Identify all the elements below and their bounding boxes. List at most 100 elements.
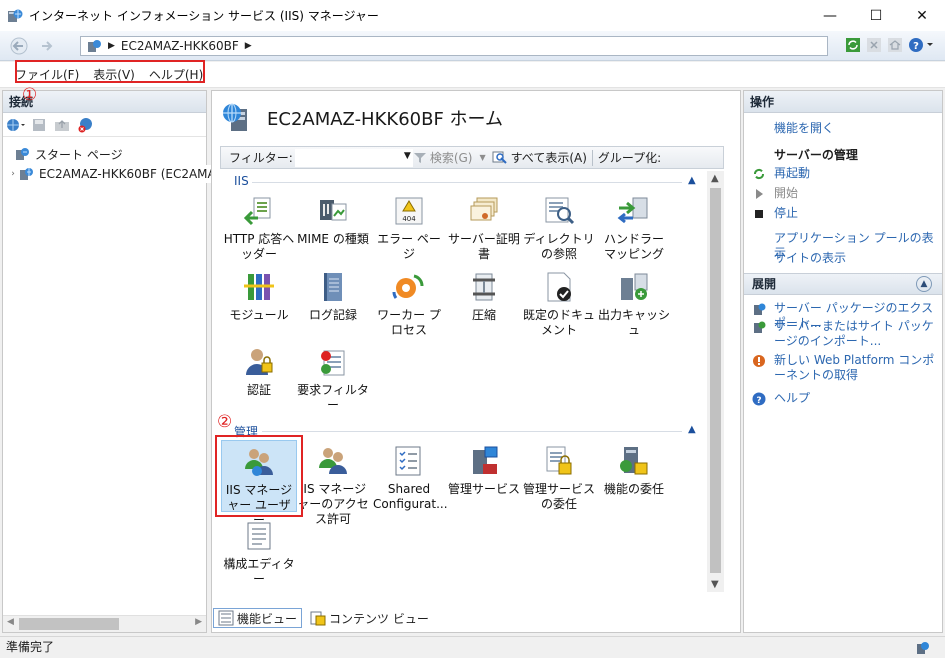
save-button[interactable] (29, 116, 49, 134)
tree-item-server[interactable]: › EC2AMAZ-HKK60BF (EC2AMAZ (7, 165, 224, 183)
minimize-button[interactable]: — (807, 0, 853, 31)
feature-label: 機能の委任 (603, 482, 664, 496)
expand-chevron-icon[interactable]: › (7, 169, 19, 179)
home-header: EC2AMAZ-HKK60BF ホーム (212, 91, 740, 145)
iis-app-icon (8, 9, 23, 22)
back-button[interactable] (6, 35, 32, 57)
request-filtering-icon (321, 350, 345, 376)
tab-content-view[interactable]: コンテンツ ビュー (306, 608, 433, 628)
feature-default-document[interactable]: 既定のドキュメント (523, 270, 595, 338)
action-start[interactable]: 開始 (744, 186, 940, 201)
up-level-button[interactable] (52, 116, 72, 134)
scroll-right-icon[interactable]: ▶ (195, 617, 202, 627)
feature-delegation-icon (620, 447, 648, 475)
feature-management-service-delegation[interactable]: 管理サービスの委任 (523, 444, 595, 512)
help-dropdown-button[interactable]: ? (907, 36, 937, 54)
forward-button[interactable] (34, 35, 60, 57)
feature-request-filtering[interactable]: 要求フィルター (297, 345, 369, 413)
scroll-up-icon[interactable]: ▲ (711, 173, 719, 184)
stop-button[interactable] (865, 36, 883, 54)
action-import-package[interactable]: サーバーまたはサイト パッケージのインポート... (744, 319, 940, 349)
home-button[interactable] (886, 36, 904, 54)
feature-label: HTTP 応答ヘッダー (223, 232, 295, 261)
feature-label: 管理サービスの委任 (523, 482, 596, 511)
group-iis: IIS (234, 174, 249, 188)
feature-shared-configuration[interactable]: Shared Configurat... (373, 444, 448, 512)
breadcrumb-server[interactable]: EC2AMAZ-HKK60BF (121, 39, 239, 53)
maximize-button[interactable]: ☐ (853, 0, 899, 31)
filter-bar: フィルター: ▼ 検索(G) ▼ すべて表示(A) グループ化: (220, 146, 724, 169)
help-icon: ? (909, 38, 933, 52)
feature-error-pages[interactable]: 404 エラー ページ (373, 194, 445, 262)
collapse-iis-icon[interactable]: ▲ (688, 175, 696, 186)
feature-output-caching[interactable]: 出力キャッシュ (598, 270, 670, 338)
delete-connection-button[interactable] (75, 116, 95, 134)
feature-mime-types[interactable]: MIME の種類 (297, 194, 369, 247)
logging-icon (324, 273, 342, 301)
breadcrumb-dropdown-icon[interactable]: ▶ (245, 41, 252, 51)
status-bar: 準備完了 (0, 636, 945, 658)
feature-delegation[interactable]: 機能の委任 (598, 444, 670, 497)
http-headers-icon (243, 197, 271, 226)
address-box[interactable]: ▶ EC2AMAZ-HKK60BF ▶ (80, 36, 828, 56)
export-package-icon (754, 303, 766, 315)
group-by-label[interactable]: グループ化: (598, 149, 661, 166)
home-icon (888, 38, 902, 52)
feature-label: 出力キャッシュ (598, 308, 671, 337)
collapse-up-icon[interactable]: ▲ (916, 276, 932, 292)
content-view-icon (310, 611, 326, 626)
feature-directory-browsing[interactable]: ディレクトリの参照 (523, 194, 595, 262)
feature-modules[interactable]: モジュール (223, 270, 295, 323)
mime-types-icon (320, 200, 347, 221)
action-open-feature[interactable]: 機能を開く (744, 121, 940, 136)
filter-input[interactable]: ▼ (294, 148, 413, 167)
funnel-icon (413, 152, 426, 163)
feature-compression[interactable]: 圧縮 (448, 270, 520, 323)
restart-icon (753, 168, 765, 180)
search-button[interactable]: 検索(G) ▼ (413, 149, 486, 166)
collapse-manage-icon[interactable]: ▲ (688, 424, 696, 435)
feature-server-certificates[interactable]: サーバー証明書 (448, 194, 520, 262)
feature-http-response-headers[interactable]: HTTP 応答ヘッダー (223, 194, 295, 262)
back-arrow-icon (10, 37, 28, 55)
filter-label: フィルター: (229, 151, 293, 165)
features-vscroll[interactable]: ▲ ▼ (707, 171, 724, 592)
close-button[interactable]: ✕ (899, 0, 945, 31)
feature-logging[interactable]: ログ記録 (297, 270, 369, 323)
shared-configuration-icon (395, 446, 421, 476)
dropdown-arrow-icon[interactable]: ▼ (404, 151, 411, 161)
scroll-down-icon[interactable]: ▼ (711, 579, 719, 590)
feature-worker-processes[interactable]: ワーカー プロセス (373, 270, 445, 338)
feature-label: MIME の種類 (297, 232, 369, 246)
action-sites[interactable]: サイトの表示 (744, 251, 940, 266)
feature-iis-manager-permissions[interactable]: IIS マネージャーのアクセス許可 (297, 444, 369, 527)
feature-label: IIS マネージャーのアクセス許可 (297, 482, 369, 526)
scroll-thumb[interactable] (710, 188, 721, 573)
feature-label: ハンドラー マッピング (603, 232, 664, 261)
service-delegation-icon (546, 446, 572, 475)
feature-label: 既定のドキュメント (523, 308, 596, 337)
action-help[interactable]: ? ヘルプ (744, 391, 940, 406)
deploy-section-header[interactable]: 展開 ▲ (744, 273, 942, 295)
refresh-button[interactable] (844, 36, 862, 54)
show-all-button[interactable]: すべて表示(A) (492, 149, 587, 166)
action-web-platform[interactable]: 新しい Web Platform コンポーネントの取得 (744, 353, 940, 383)
action-restart[interactable]: 再起動 (744, 166, 940, 181)
feature-management-service[interactable]: 管理サービス (448, 444, 520, 497)
svg-text:?: ? (913, 41, 919, 52)
search-dropdown-icon[interactable]: ▼ (479, 153, 485, 162)
action-stop[interactable]: 停止 (744, 206, 940, 221)
window-title: インターネット インフォメーション サービス (IIS) マネージャー (29, 9, 379, 23)
forward-arrow-icon (42, 41, 53, 51)
import-package-icon (754, 321, 766, 333)
save-icon (33, 118, 45, 131)
scroll-thumb[interactable] (19, 618, 119, 630)
tab-features-view[interactable]: 機能ビュー (213, 608, 303, 628)
feature-handler-mappings[interactable]: ハンドラー マッピング (598, 194, 670, 262)
connect-button[interactable] (6, 116, 26, 134)
scroll-left-icon[interactable]: ◀ (7, 617, 14, 627)
tree-item-start-page[interactable]: スタート ページ (15, 145, 123, 163)
feature-configuration-editor[interactable]: 構成エディター (223, 519, 295, 587)
feature-authentication[interactable]: 認証 (223, 345, 295, 398)
connections-hscroll[interactable]: ◀ ▶ (3, 615, 206, 632)
